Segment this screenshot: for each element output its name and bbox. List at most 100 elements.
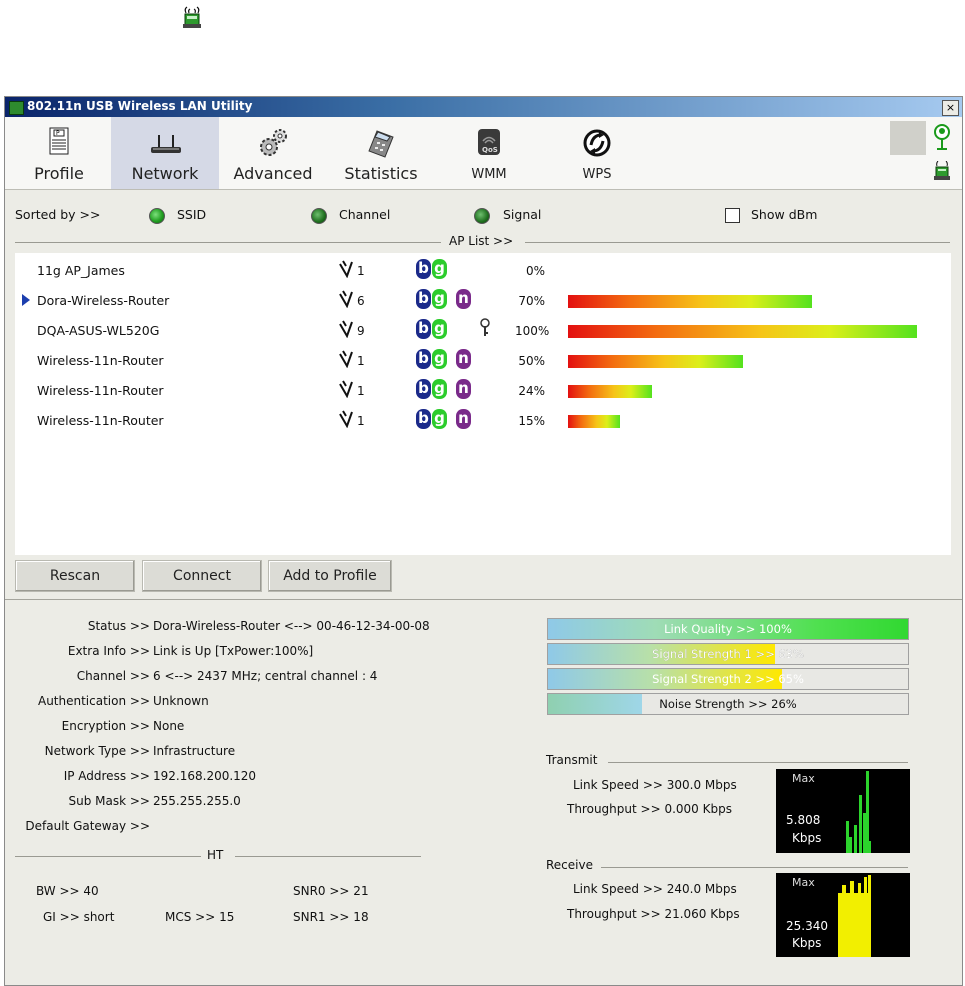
tab-label: WPS (582, 167, 612, 182)
divider (525, 242, 950, 243)
rx-graph-bar (868, 875, 871, 957)
divider (235, 856, 421, 857)
tx-link-speed: Link Speed >> 300.0 Mbps (573, 778, 737, 792)
close-button[interactable]: × (942, 100, 959, 116)
toolbar-corner-panel (890, 121, 926, 155)
tab-label: Network (131, 164, 199, 183)
qos-icon: QoS (478, 129, 500, 155)
link-quality-text: Link Quality >> 100% (664, 622, 792, 636)
rx-throughput: Throughput >> 21.060 Kbps (567, 907, 740, 921)
ap-row[interactable]: Wireless-11n-Router 1 b g n 50% (15, 346, 951, 374)
channel-icon (339, 410, 353, 428)
connection-status-icon[interactable] (933, 123, 951, 151)
channel-icon (339, 260, 353, 278)
calculator-icon (368, 130, 394, 158)
window-title: 802.11n USB Wireless LAN Utility (27, 99, 253, 113)
extra-info-key: Extra Info >> (67, 644, 150, 658)
tab-network[interactable]: Network (111, 117, 219, 189)
encryption-value: None (153, 719, 185, 733)
channel-icon (339, 350, 353, 368)
divider (601, 867, 908, 868)
sorted-by-label: Sorted by >> (15, 207, 101, 222)
rx-graph-bar (842, 885, 846, 957)
tx-graph-bar (859, 795, 862, 853)
noise-strength-meter: Noise Strength >> 26% (547, 693, 909, 715)
channel-icon (339, 290, 353, 308)
mode-n-icon: n (456, 289, 471, 309)
mode-g-icon: g (432, 409, 447, 429)
mode-b-icon: b (416, 259, 431, 279)
ap-channel: 9 (357, 324, 365, 338)
sort-ssid-radio[interactable] (149, 208, 165, 224)
adapter-icon[interactable] (933, 161, 951, 181)
mode-b-icon: b (416, 289, 431, 309)
ap-list-title: AP List >> (449, 234, 514, 248)
sub-mask-value: 255.255.255.0 (153, 794, 241, 808)
mode-n-icon: n (456, 409, 471, 429)
mode-g-icon: g (432, 259, 447, 279)
signal-strength-2-meter: Signal Strength 2 >> 65% (547, 668, 909, 690)
show-dbm-checkbox[interactable] (725, 208, 740, 223)
tx-graph-bar (854, 825, 857, 853)
ap-row[interactable]: Dora-Wireless-Router 6 b g n 70% (15, 286, 951, 314)
ap-row[interactable]: Wireless-11n-Router 1 b g n 24% (15, 376, 951, 404)
rx-graph-unit: Kbps (792, 936, 822, 950)
tab-profile[interactable]: P Profile (5, 117, 113, 189)
ap-signal-bar (568, 415, 620, 428)
connect-button[interactable]: Connect (142, 560, 262, 592)
app-icon (9, 101, 24, 115)
tx-graph-bar (849, 837, 852, 853)
tab-advanced[interactable]: Advanced (219, 117, 327, 189)
rx-graph-bar (850, 881, 854, 957)
show-dbm-label[interactable]: Show dBm (751, 207, 817, 222)
channel-icon (339, 380, 353, 398)
ap-channel: 1 (357, 354, 365, 368)
mode-g-icon: g (432, 289, 447, 309)
ap-row[interactable]: Wireless-11n-Router 1 b g n 15% (15, 406, 951, 434)
authentication-value: Unknown (153, 694, 209, 708)
tab-statistics[interactable]: Statistics (327, 117, 435, 189)
sort-ssid-label[interactable]: SSID (177, 207, 206, 222)
signal-strength-1-meter: Signal Strength 1 >> 63% (547, 643, 909, 665)
ap-signal-bar (568, 325, 917, 338)
wireless-adapter-tray-icon[interactable] (181, 6, 203, 30)
channel-value: 6 <--> 2437 MHz; central channel : 4 (153, 669, 378, 683)
sort-channel-label[interactable]: Channel (339, 207, 390, 222)
rx-throughput-graph: Max 25.340 Kbps (776, 873, 910, 957)
ap-row[interactable]: DQA-ASUS-WL520G 9 b g 100% (15, 316, 951, 344)
ap-signal-percent: 0% (525, 264, 545, 278)
ap-channel: 1 (357, 264, 365, 278)
toolbar: P Profile Network Advanced Statistics Qo… (5, 117, 962, 190)
rx-graph-bar (858, 883, 861, 957)
title-bar[interactable]: 802.11n USB Wireless LAN Utility × (5, 97, 962, 117)
ht-title: HT (207, 848, 224, 862)
divider (608, 762, 908, 763)
ap-ssid: Wireless-11n-Router (37, 383, 164, 398)
sort-channel-radio[interactable] (311, 208, 327, 224)
tab-wps[interactable]: WPS (543, 117, 651, 189)
mode-g-icon: g (432, 379, 447, 399)
ap-list[interactable]: 11g AP_James 1 b g 0% Dora-Wireless-Rout… (15, 253, 951, 555)
ap-signal-percent: 100% (515, 324, 550, 338)
network-type-value: Infrastructure (153, 744, 236, 758)
divider (5, 599, 962, 600)
sort-signal-label[interactable]: Signal (503, 207, 541, 222)
mode-b-icon: b (416, 409, 431, 429)
status-value: Dora-Wireless-Router <--> 00-46-12-34-00… (153, 619, 430, 633)
tab-label: Advanced (233, 164, 313, 183)
signal-strength-1-text: Signal Strength 1 >> 63% (652, 647, 804, 661)
tab-wmm[interactable]: QoS WMM (435, 117, 543, 189)
authentication-key: Authentication >> (37, 694, 150, 708)
receive-title: Receive (546, 858, 593, 872)
rescan-button[interactable]: Rescan (15, 560, 135, 592)
ap-ssid: DQA-ASUS-WL520G (37, 323, 160, 338)
ap-signal-bar (568, 295, 812, 308)
ap-ssid: 11g AP_James (37, 263, 125, 278)
mode-n-icon: n (456, 349, 471, 369)
encryption-key: Encryption >> (61, 719, 150, 733)
key-icon (480, 318, 490, 336)
add-to-profile-button[interactable]: Add to Profile (268, 560, 392, 592)
extra-info-value: Link is Up [TxPower:100%] (153, 644, 314, 658)
ap-row[interactable]: 11g AP_James 1 b g 0% (15, 256, 951, 284)
sort-signal-radio[interactable] (474, 208, 490, 224)
